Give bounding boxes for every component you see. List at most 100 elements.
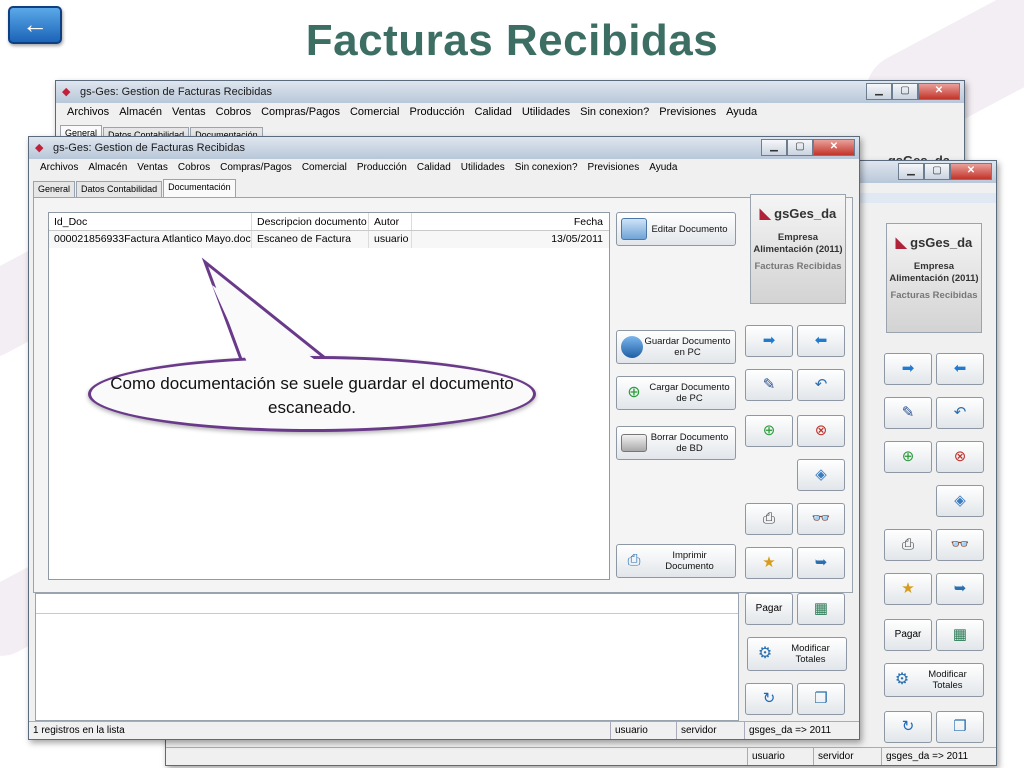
undo-button[interactable]: ↶: [936, 397, 984, 429]
windows-button[interactable]: ❐: [936, 711, 984, 743]
document-arrow-button[interactable]: ➥: [797, 547, 845, 579]
column-id-doc[interactable]: Id_Doc: [49, 213, 252, 230]
window-controls: ▁ ▢ ✕: [866, 83, 960, 100]
prev-button[interactable]: ⬅: [797, 325, 845, 357]
add-record-button[interactable]: ⊕: [884, 441, 932, 473]
back-window-title: gs-Ges: Gestion de Facturas Recibidas: [80, 86, 272, 98]
modificar-totales-button[interactable]: ⚙ Modificar Totales: [884, 663, 984, 697]
menu-calidad[interactable]: Calidad: [412, 159, 456, 177]
menu-archivos[interactable]: Archivos: [35, 159, 83, 177]
menu-ventas[interactable]: Ventas: [167, 103, 211, 121]
menu-utilidades[interactable]: Utilidades: [517, 103, 575, 121]
column-autor[interactable]: Autor: [369, 213, 412, 230]
menu-comercial[interactable]: Comercial: [345, 103, 405, 121]
document-arrow-button[interactable]: ➥: [936, 573, 984, 605]
menu-compras-pagos[interactable]: Compras/Pagos: [215, 159, 297, 177]
cargar-documento-button[interactable]: ⊕ Cargar Documento de PC: [616, 376, 736, 410]
preview-button[interactable]: 👓: [936, 529, 984, 561]
refresh-button[interactable]: ↻: [745, 683, 793, 715]
print-button[interactable]: ⎙: [884, 529, 932, 561]
next-button[interactable]: ➡: [884, 353, 932, 385]
menu-previsiones[interactable]: Previsiones: [654, 103, 721, 121]
folder-star-button[interactable]: ★: [745, 547, 793, 579]
guardar-documento-button[interactable]: Guardar Documento en PC: [616, 330, 736, 364]
export-button[interactable]: ◈: [936, 485, 984, 517]
menu-ventas[interactable]: Ventas: [132, 159, 173, 177]
maximize-button[interactable]: ▢: [924, 163, 950, 180]
status-db: gsges_da => 2011: [886, 751, 969, 762]
add-record-button[interactable]: ⊕: [745, 415, 793, 447]
menu-comercial[interactable]: Comercial: [297, 159, 352, 177]
menu-sin-conexion[interactable]: Sin conexion?: [510, 159, 583, 177]
status-user: usuario: [748, 748, 814, 765]
detail-header-row: [36, 594, 738, 614]
next-button[interactable]: ➡: [745, 325, 793, 357]
menu-cobros[interactable]: Cobros: [173, 159, 215, 177]
window-controls: ▁ ▢ ✕: [761, 139, 855, 156]
detail-area: [35, 593, 739, 721]
delete-record-button[interactable]: ⊗: [797, 415, 845, 447]
print-button[interactable]: ⎙: [745, 503, 793, 535]
maximize-button[interactable]: ▢: [787, 139, 813, 156]
table-row[interactable]: 000021856933Factura Atlantico Mayo.docx …: [49, 231, 609, 248]
windows-button[interactable]: ❐: [797, 683, 845, 715]
table-header: Id_Doc Descripcion documento Autor Fecha: [49, 213, 609, 231]
close-button[interactable]: ✕: [950, 163, 992, 180]
undo-button[interactable]: ↶: [797, 369, 845, 401]
prev-button[interactable]: ⬅: [936, 353, 984, 385]
status-spacer: [166, 748, 748, 765]
menu-ayuda[interactable]: Ayuda: [644, 159, 682, 177]
editar-documento-button[interactable]: Editar Documento: [616, 212, 736, 246]
slide-title: Facturas Recibidas: [305, 16, 719, 65]
menu-produccion[interactable]: Producción: [404, 103, 469, 121]
edit-button[interactable]: ✎: [884, 397, 932, 429]
menu-ayuda[interactable]: Ayuda: [721, 103, 762, 121]
menu-cobros[interactable]: Cobros: [211, 103, 256, 121]
delete-record-button[interactable]: ⊗: [936, 441, 984, 473]
menu-sin-conexion[interactable]: Sin conexion?: [575, 103, 654, 121]
cell-fecha: 13/05/2011: [551, 233, 603, 245]
front-window-titlebar: ◆ gs-Ges: Gestion de Facturas Recibidas …: [29, 137, 859, 159]
edit-button[interactable]: ✎: [745, 369, 793, 401]
status-count: 1 registros en la lista: [29, 722, 611, 739]
menu-previsiones[interactable]: Previsiones: [583, 159, 645, 177]
minimize-button[interactable]: ▁: [761, 139, 787, 156]
minimize-button[interactable]: ▁: [898, 163, 924, 180]
refresh-button[interactable]: ↻: [884, 711, 932, 743]
close-button[interactable]: ✕: [813, 139, 855, 156]
menu-archivos[interactable]: Archivos: [62, 103, 114, 121]
status-server: servidor: [677, 722, 745, 739]
export-button[interactable]: ◈: [797, 459, 845, 491]
maximize-button[interactable]: ▢: [892, 83, 918, 100]
menu-produccion[interactable]: Producción: [352, 159, 412, 177]
menu-almacen[interactable]: Almacén: [83, 159, 132, 177]
tab-general[interactable]: General: [33, 181, 76, 197]
column-descripcion[interactable]: Descripcion documento: [252, 213, 369, 230]
menu-almacen[interactable]: Almacén: [114, 103, 167, 121]
preview-button[interactable]: 👓: [797, 503, 845, 535]
company-name: Empresa Alimentación (2011): [753, 232, 843, 255]
monitor-icon: [621, 336, 643, 358]
tab-datos-contabilidad[interactable]: Datos Contabilidad: [76, 181, 163, 197]
settings-icon: ⚙: [894, 671, 910, 688]
menu-calidad[interactable]: Calidad: [470, 103, 517, 121]
close-button[interactable]: ✕: [918, 83, 960, 100]
callout-text: Como documentación se suele guardar el d…: [110, 374, 514, 417]
modificar-totales-button[interactable]: ⚙ Modificar Totales: [747, 637, 847, 671]
menu-compras-pagos[interactable]: Compras/Pagos: [256, 103, 345, 121]
window-controls: ▁ ▢ ✕: [898, 163, 992, 180]
pagar-button[interactable]: Pagar: [745, 593, 793, 625]
column-fecha[interactable]: Fecha: [412, 213, 609, 230]
front-window-menubar: Archivos Almacén Ventas Cobros Compras/P…: [29, 159, 859, 177]
tab-documentacion[interactable]: Documentación: [163, 179, 236, 197]
borrar-documento-button[interactable]: Borrar Documento de BD: [616, 426, 736, 460]
imprimir-documento-button[interactable]: ⎙ Imprimir Documento: [616, 544, 736, 578]
folder-star-button[interactable]: ★: [884, 573, 932, 605]
calculator-button[interactable]: ▦: [936, 619, 984, 651]
back-window-titlebar: ◆ gs-Ges: Gestion de Facturas Recibidas …: [56, 81, 964, 103]
pagar-button[interactable]: Pagar: [884, 619, 932, 651]
minimize-button[interactable]: ▁: [866, 83, 892, 100]
edit-document-icon: [621, 218, 647, 240]
calculator-button[interactable]: ▦: [797, 593, 845, 625]
menu-utilidades[interactable]: Utilidades: [456, 159, 510, 177]
